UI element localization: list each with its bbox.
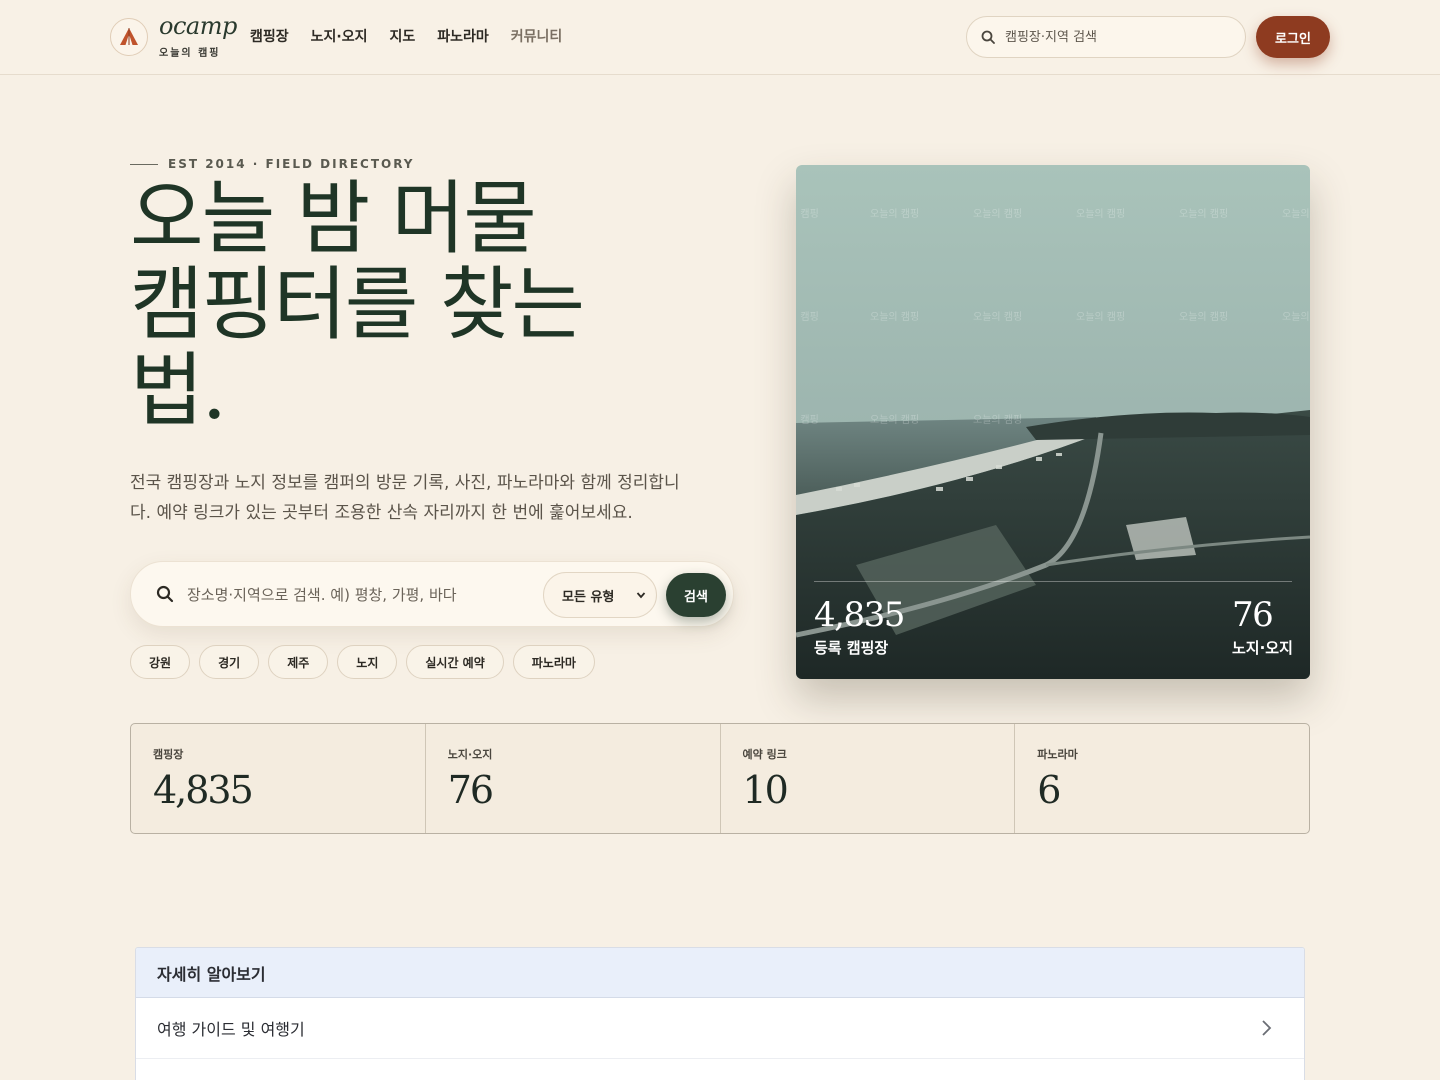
svg-text:오늘의: 오늘의: [1282, 208, 1310, 220]
stat-booking-links: 예약 링크 10: [721, 724, 1016, 833]
photo-divider: [814, 581, 1292, 582]
header-search-input[interactable]: [1005, 29, 1225, 45]
svg-text:오늘의 캠핑: 오늘의 캠핑: [1076, 311, 1125, 323]
svg-text:오늘의 캠핑: 오늘의 캠핑: [1179, 208, 1228, 220]
logo-wordmark[interactable]: ocamp: [159, 12, 237, 40]
hero-title-line-1: 오늘 밤 머물: [130, 172, 537, 265]
svg-text:오늘의 캠핑: 오늘의 캠핑: [973, 414, 1022, 426]
svg-text:오늘의: 오늘의: [1282, 311, 1310, 323]
chevron-down-icon: [636, 592, 646, 599]
stat-value: 10: [742, 768, 789, 812]
stat-wild-camping: 노지·오지 76: [426, 724, 721, 833]
header-search-box[interactable]: [966, 16, 1246, 58]
learn-more-title: 자세히 알아보기: [136, 948, 1304, 998]
svg-text:오늘의 캠핑: 오늘의 캠핑: [870, 414, 919, 426]
nav-item-panorama[interactable]: 파노라마: [437, 26, 489, 46]
type-select-dropdown[interactable]: 모든 유형: [543, 572, 657, 618]
stat-label: 예약 링크: [742, 748, 787, 761]
chip-panorama[interactable]: 파노라마: [512, 645, 595, 679]
nav-item-wild-camping[interactable]: 노지·오지: [311, 26, 368, 46]
type-select-value: 모든 유형: [562, 589, 615, 605]
hero-description: 전국 캠핑장과 노지 정보를 캠퍼의 방문 기록, 사진, 파노라마와 함께 정…: [130, 473, 680, 523]
learn-more-item[interactable]: [136, 1059, 1304, 1080]
learn-more-item-label: 여행 가이드 및 여행기: [157, 1020, 305, 1039]
nav-item-map[interactable]: 지도: [389, 26, 415, 46]
stat-value: 4,835: [153, 768, 254, 812]
search-icon: [156, 585, 174, 603]
stat-campsites: 캠핑장 4,835: [131, 724, 426, 833]
svg-text:의 캠핑: 의 캠핑: [796, 208, 819, 220]
learn-more-item[interactable]: 여행 가이드 및 여행기: [136, 998, 1304, 1059]
svg-text:의 캠핑: 의 캠핑: [796, 414, 819, 426]
hero-title: 오늘 밤 머물 캠핑터를 찾는 법.: [130, 176, 750, 434]
login-button[interactable]: 로그인: [1256, 16, 1330, 58]
stat-value: 6: [1037, 768, 1061, 812]
hero-search-button[interactable]: 검색: [666, 573, 726, 617]
chip-gangwon[interactable]: 강원: [130, 645, 191, 679]
svg-text:오늘의 캠핑: 오늘의 캠핑: [870, 208, 919, 220]
svg-text:오늘의 캠핑: 오늘의 캠핑: [1076, 208, 1125, 220]
tent-icon: [120, 28, 138, 45]
stat-label: 파노라마: [1037, 748, 1078, 761]
chip-jeju[interactable]: 제주: [268, 645, 329, 679]
quick-filter-chips: 강원 경기 제주 노지 실시간 예약 파노라마: [130, 645, 604, 679]
photo-stat-campsites-label: 등록 캠핑장: [814, 639, 889, 657]
chip-live-booking[interactable]: 실시간 예약: [406, 645, 504, 679]
photo-stat-wild-label: 노지·오지: [1232, 639, 1293, 657]
logo-subtitle: 오늘의 캠핑: [159, 48, 221, 59]
nav-item-community[interactable]: 커뮤니티: [511, 26, 563, 46]
eyebrow-text: EST 2014 · FIELD DIRECTORY: [168, 157, 415, 171]
stats-panel: 캠핑장 4,835 노지·오지 76 예약 링크 10 파노라마 6: [130, 723, 1310, 834]
hero-eyebrow: EST 2014 · FIELD DIRECTORY: [130, 157, 415, 171]
chip-gyeonggi[interactable]: 경기: [199, 645, 260, 679]
stat-value: 76: [447, 768, 494, 812]
hero-title-line-2: 캠핑터를 찾는: [130, 258, 585, 351]
hero-search-bar: 모든 유형 검색: [130, 561, 734, 627]
svg-text:의 캠핑: 의 캠핑: [796, 311, 819, 323]
svg-text:오늘의 캠핑: 오늘의 캠핑: [973, 311, 1022, 323]
svg-text:오늘의 캠핑: 오늘의 캠핑: [870, 311, 919, 323]
svg-text:오늘의 캠핑: 오늘의 캠핑: [973, 208, 1022, 220]
search-icon: [981, 30, 995, 44]
stat-label: 캠핑장: [153, 748, 184, 761]
hero-search-input[interactable]: [187, 582, 487, 608]
nav-item-campsites[interactable]: 캠핑장: [250, 26, 289, 46]
photo-stat-campsites-value: 4,835: [814, 595, 905, 635]
hero-title-line-3: 법.: [130, 344, 227, 437]
logo-badge[interactable]: [110, 18, 148, 56]
svg-text:오늘의 캠핑: 오늘의 캠핑: [1179, 311, 1228, 323]
hero-photo-card[interactable]: 의 캠핑 오늘의 캠핑 오늘의 캠핑 오늘의 캠핑 오늘의 캠핑 오늘의 의 캠…: [796, 165, 1310, 679]
eyebrow-rule: [130, 163, 158, 165]
main-nav: 캠핑장 노지·오지 지도 파노라마 커뮤니티: [250, 26, 584, 46]
learn-more-panel: 자세히 알아보기 여행 가이드 및 여행기: [135, 947, 1305, 1080]
stat-panorama: 파노라마 6: [1015, 724, 1309, 833]
top-navigation-bar: ocamp 오늘의 캠핑 캠핑장 노지·오지 지도 파노라마 커뮤니티 로그인: [0, 0, 1440, 75]
chip-wild[interactable]: 노지: [337, 645, 398, 679]
photo-stat-wild-value: 76: [1232, 595, 1274, 635]
chevron-right-icon: [1262, 1020, 1272, 1036]
stat-label: 노지·오지: [447, 748, 493, 761]
